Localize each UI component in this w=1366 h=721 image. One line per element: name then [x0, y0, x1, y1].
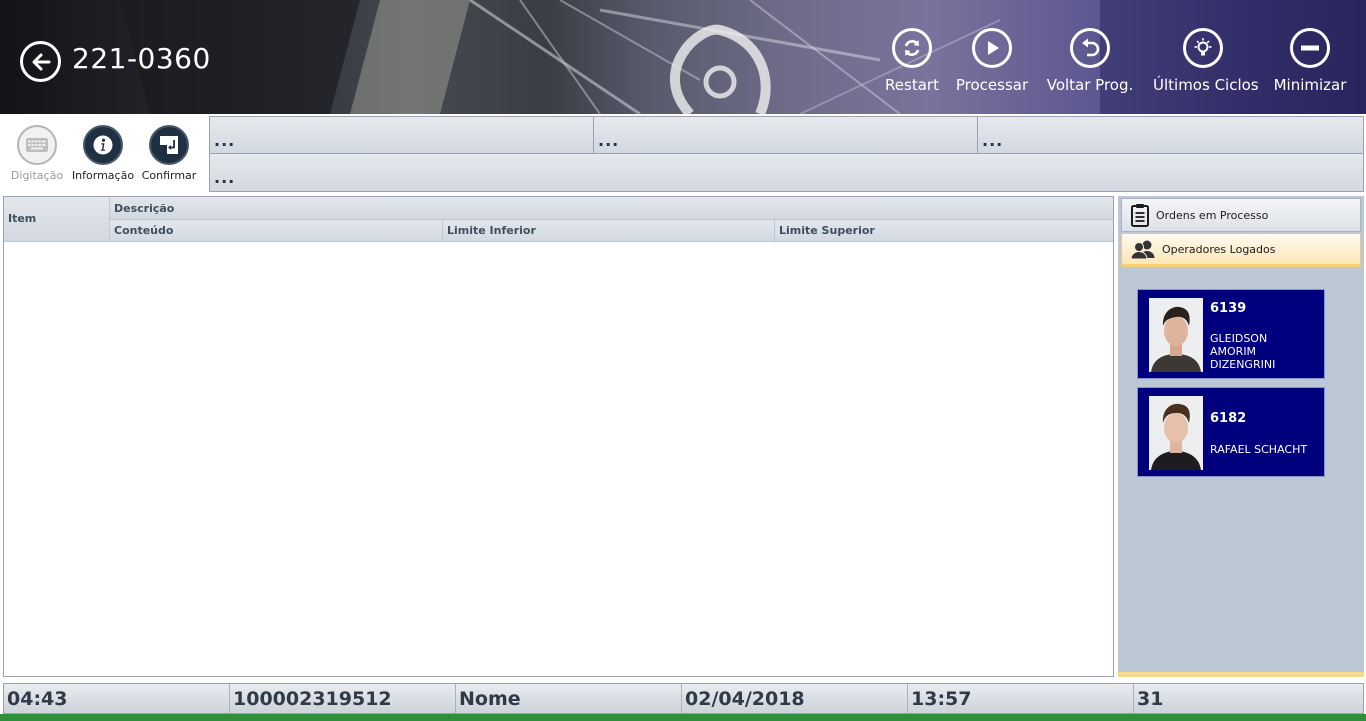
side-panel: Ordens em Processo Operadores Logados 61… — [1118, 196, 1364, 677]
info-field-2[interactable]: ... — [594, 117, 978, 154]
tab-ordens-em-processo[interactable]: Ordens em Processo — [1121, 198, 1361, 232]
status-name: Nome — [456, 684, 682, 713]
column-header-item[interactable]: Item — [4, 197, 110, 242]
undo-icon — [1082, 38, 1100, 57]
info-fields-panel: ... ... ... ... — [209, 116, 1364, 192]
minimizar-button[interactable]: Minimizar — [1260, 28, 1360, 98]
table-body — [4, 242, 1113, 676]
refresh-icon — [904, 40, 920, 56]
column-header-descricao[interactable]: Descrição — [110, 197, 1113, 220]
parameters-table: Item Descrição Conteúdo Limite Inferior … — [3, 196, 1114, 677]
clipboard-icon — [1131, 204, 1149, 227]
digitacao-label: Digitação — [10, 169, 64, 182]
operator-card[interactable]: 6182 RAFAEL SCHACHT — [1137, 387, 1325, 477]
enter-icon — [160, 136, 178, 154]
operator-name: GLEIDSON AMORIM DIZENGRINI — [1210, 332, 1276, 371]
operator-photo — [1149, 298, 1203, 372]
info-field-4[interactable]: ... — [210, 154, 1363, 191]
header-banner: 221-0360 Restart Processar Voltar Prog. … — [0, 0, 1366, 114]
informacao-label: Informação — [71, 169, 135, 182]
operator-code: 6139 — [1210, 301, 1247, 316]
column-header-limite-superior[interactable]: Limite Superior — [775, 220, 1113, 242]
confirmar-button[interactable]: Confirmar — [136, 125, 202, 185]
operator-photo — [1149, 396, 1203, 470]
side-panel-bottom-border — [1118, 672, 1364, 677]
voltar-prog-label: Voltar Prog. — [1046, 76, 1134, 94]
info-field-3[interactable]: ... — [978, 117, 1363, 154]
status-order-number: 100002319512 — [230, 684, 456, 713]
status-count: 31 — [1137, 688, 1164, 710]
play-icon — [988, 41, 999, 55]
status-date: 02/04/2018 — [682, 684, 908, 713]
digitacao-button[interactable]: Digitação — [4, 125, 70, 185]
status-bar: 04:43 100002319512 Nome 02/04/2018 13:57… — [3, 683, 1364, 714]
confirmar-label: Confirmar — [141, 169, 197, 182]
ultimos-ciclos-button[interactable]: Últimos Ciclos — [1153, 28, 1259, 98]
minus-icon — [1301, 45, 1319, 51]
app-window: 221-0360 Restart Processar Voltar Prog. … — [0, 0, 1366, 721]
bottom-accent-bar — [0, 714, 1366, 721]
processar-button[interactable]: Processar — [942, 28, 1042, 98]
column-header-conteudo[interactable]: Conteúdo — [110, 220, 443, 242]
keyboard-icon — [26, 138, 48, 152]
tab-operadores-logados[interactable]: Operadores Logados — [1121, 233, 1361, 267]
operator-code: 6182 — [1210, 411, 1247, 426]
ultimos-ciclos-label: Últimos Ciclos — [1153, 76, 1259, 94]
status-timer: 04:43 — [4, 684, 230, 713]
arrow-left-icon — [32, 53, 50, 70]
operator-card[interactable]: 6139 GLEIDSON AMORIM DIZENGRINI — [1137, 289, 1325, 379]
column-header-limite-inferior[interactable]: Limite Inferior — [443, 220, 775, 242]
back-button[interactable] — [20, 41, 61, 82]
users-icon — [1130, 240, 1155, 259]
operator-name: RAFAEL SCHACHT — [1210, 443, 1308, 456]
info-icon — [93, 135, 113, 155]
voltar-prog-button[interactable]: Voltar Prog. — [1040, 28, 1140, 98]
lightbulb-icon — [1194, 38, 1212, 56]
page-title: 221-0360 — [72, 42, 211, 75]
status-time: 13:57 — [908, 684, 1134, 713]
tab-ordens-em-processo-label: Ordens em Processo — [1156, 208, 1269, 222]
minimizar-label: Minimizar — [1273, 76, 1347, 94]
informacao-button[interactable]: Informação — [70, 125, 136, 185]
info-field-1[interactable]: ... — [210, 117, 594, 154]
tab-operadores-logados-label: Operadores Logados — [1162, 242, 1276, 256]
processar-label: Processar — [955, 76, 1029, 94]
